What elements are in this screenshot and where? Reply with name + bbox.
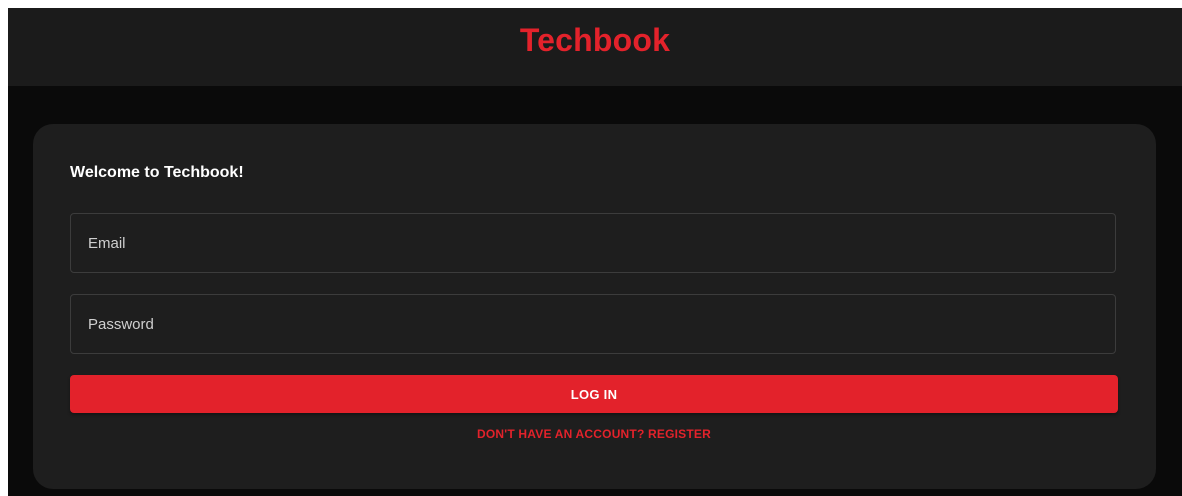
email-field[interactable] [71,214,1115,272]
password-field-container [70,294,1116,354]
register-link[interactable]: DON'T HAVE AN ACCOUNT? REGISTER [70,427,1118,441]
login-button[interactable]: LOG IN [70,375,1118,413]
brand-title[interactable]: Techbook [520,22,670,59]
login-card: Welcome to Techbook! LOG IN DON'T HAVE A… [33,124,1156,489]
top-header: Techbook [8,8,1182,86]
password-field[interactable] [71,295,1115,353]
welcome-heading: Welcome to Techbook! [70,164,244,181]
app-viewport: Techbook Welcome to Techbook! LOG IN DON… [8,8,1182,496]
email-field-container [70,213,1116,273]
